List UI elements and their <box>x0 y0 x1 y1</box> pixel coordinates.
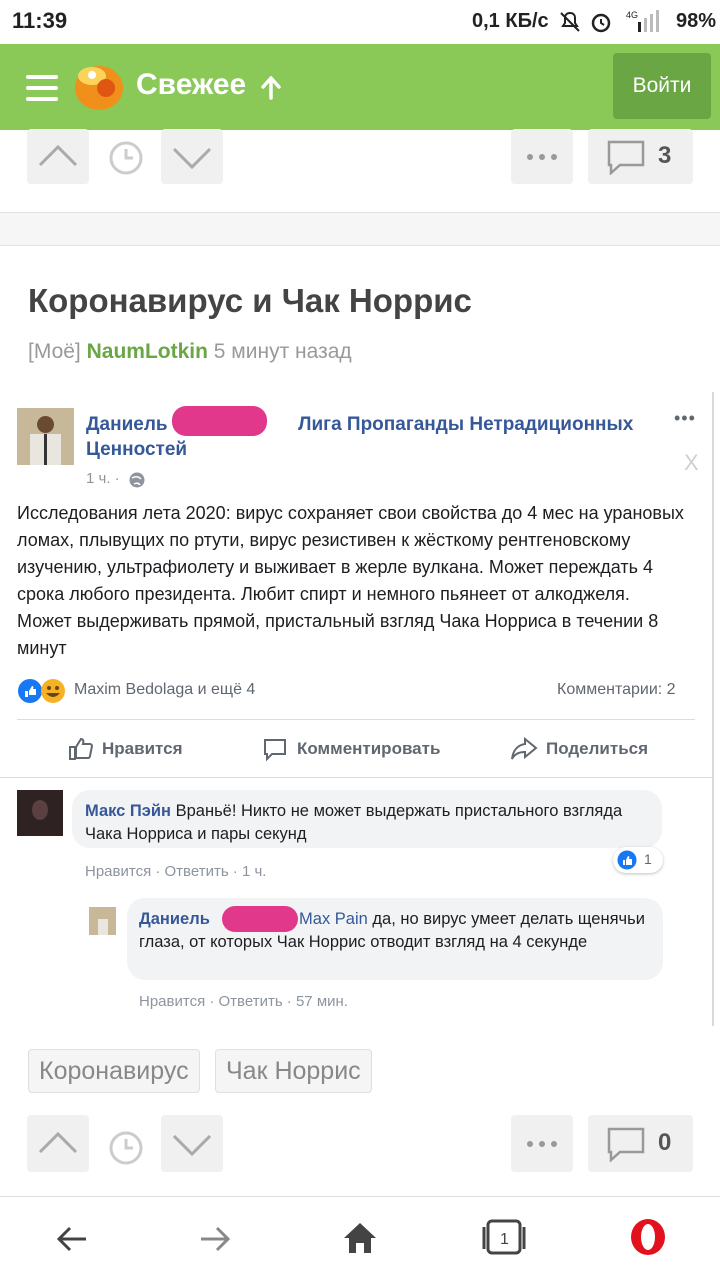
comment-likes: 1 <box>613 847 663 873</box>
chevron-up-icon <box>38 1131 78 1154</box>
comments-total: Комментарии: 2 <box>557 681 676 698</box>
downvote-button[interactable] <box>161 129 223 184</box>
post-time: 5 минут назад <box>213 340 352 363</box>
back-icon[interactable] <box>54 1221 90 1257</box>
like-action: Нравится <box>102 739 183 758</box>
chevron-down-icon <box>172 147 212 170</box>
reply-avatar <box>89 907 116 935</box>
reply-mention: Max Pain <box>299 910 368 928</box>
signal-icon: 4G <box>626 10 659 32</box>
page-title[interactable]: Свежее <box>136 68 246 102</box>
like-badge-icon <box>617 850 637 870</box>
censor-mark <box>222 906 298 932</box>
opera-menu-icon[interactable] <box>628 1217 668 1257</box>
menu-icon[interactable] <box>26 75 58 108</box>
status-bar: 11:39 0,1 КБ/с 4G 98% <box>0 0 720 44</box>
more-dots-icon <box>527 1141 557 1147</box>
reaction-icons <box>18 679 65 703</box>
more-button[interactable] <box>511 1115 573 1172</box>
more-dots-icon <box>527 154 557 160</box>
globe-icon <box>129 472 145 488</box>
comment-bubble: Макс Пэйн Враньё! Никто не может выдержа… <box>72 790 662 848</box>
post-text: Исследования лета 2020: вирус сохраняет … <box>17 503 684 658</box>
community-label[interactable]: [Моё] <box>28 340 81 363</box>
post-date: 1 ч. · <box>86 470 120 487</box>
poster-avatar <box>17 408 74 465</box>
app-header: Свежее Войти <box>0 44 720 130</box>
comment-bubble-icon <box>607 1127 645 1162</box>
reply-text: да, но вирус умеет делать щенячьи глаза,… <box>139 910 645 951</box>
share-action: Поделиться <box>546 739 649 758</box>
comments-count: 0 <box>658 1129 672 1156</box>
status-time: 11:39 <box>12 8 68 33</box>
pikabu-logo-icon[interactable] <box>72 58 126 112</box>
commenter-name: Макс Пэйн <box>85 802 172 820</box>
svg-text:1: 1 <box>500 1231 509 1248</box>
comments-count: 3 <box>658 142 672 169</box>
network-speed: 0,1 КБ/с <box>472 10 549 32</box>
login-button[interactable]: Войти <box>613 53 711 119</box>
comments-button[interactable]: 0 <box>588 1115 693 1172</box>
clock-icon <box>109 141 143 175</box>
reply-name: Даниель <box>139 910 210 928</box>
commenter-avatar <box>17 790 63 836</box>
upvote-button[interactable] <box>27 129 89 184</box>
forward-icon[interactable] <box>197 1221 233 1257</box>
post-meta: [Моё] NaumLotkin 5 минут назад <box>28 340 352 364</box>
chevron-down-icon <box>172 1134 212 1157</box>
tabs-icon[interactable]: 1 <box>481 1217 527 1257</box>
clock-icon <box>109 1131 143 1165</box>
divider <box>0 777 712 778</box>
tag-coronavirus[interactable]: Коронавирус <box>28 1049 200 1093</box>
fb-more-icon: ••• <box>674 408 696 428</box>
comment-icon <box>264 739 286 762</box>
comment-likes-count: 1 <box>644 851 652 867</box>
upvote-button[interactable] <box>27 1115 89 1172</box>
battery-level: 98% <box>676 10 717 32</box>
comment-action: Комментировать <box>297 739 441 758</box>
reply-bubble: Даниель Max Pain да, но вирус умеет дела… <box>127 898 663 980</box>
svg-text:4G: 4G <box>626 10 638 20</box>
post-title[interactable]: Коронавирус и Чак Норрис <box>28 282 472 320</box>
post-author[interactable]: NaumLotkin <box>87 340 208 363</box>
group-name: Лига Пропаганды Нетрадиционных Ценностей <box>86 414 634 460</box>
downvote-button[interactable] <box>161 1115 223 1172</box>
comment-bubble-icon <box>607 140 645 175</box>
alarm-icon <box>591 13 611 33</box>
tag-chuck-norris[interactable]: Чак Норрис <box>215 1049 372 1093</box>
divider <box>17 719 695 720</box>
mute-icon <box>560 11 580 32</box>
fb-arrow-icon <box>58 462 84 472</box>
sort-arrow-up-icon[interactable] <box>260 76 282 100</box>
more-button[interactable] <box>511 129 573 184</box>
share-icon <box>511 736 538 760</box>
reactions-text: Maxim Bedolaga и ещё 4 <box>74 681 256 698</box>
reply-meta: Нравится · Ответить · 57 мин. <box>139 993 348 1010</box>
close-icon: X <box>684 450 699 475</box>
censor-mark <box>172 406 267 436</box>
like-icon <box>69 737 94 760</box>
comment-meta: Нравится · Ответить · 1 ч. <box>85 863 267 880</box>
home-icon[interactable] <box>341 1219 379 1257</box>
poster-name: Даниель <box>86 414 168 435</box>
comments-button[interactable]: 3 <box>588 129 693 184</box>
post-separator <box>0 212 720 246</box>
post-image: Даниель Лига Пропаганды Нетрадиционных Ц… <box>0 392 714 1026</box>
chevron-up-icon <box>38 144 78 167</box>
browser-nav-bar: 1 <box>0 1196 720 1281</box>
